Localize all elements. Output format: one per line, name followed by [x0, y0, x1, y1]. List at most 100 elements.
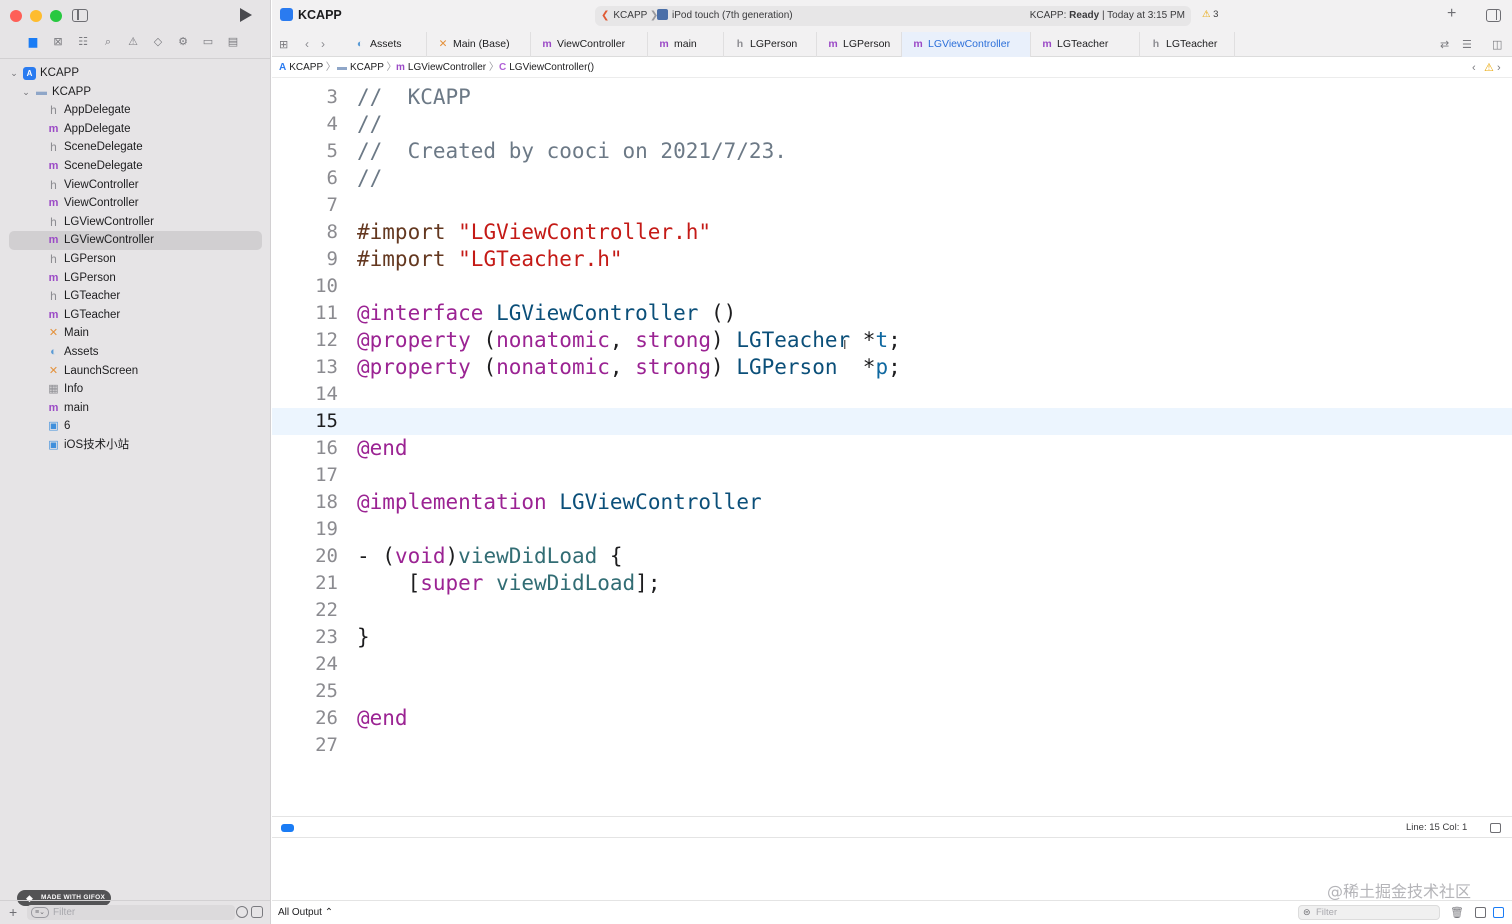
code-line[interactable]: 3 // KCAPP — [272, 84, 1512, 111]
navigator-item[interactable]: h LGPerson — [0, 250, 271, 269]
recent-files-icon[interactable] — [236, 906, 248, 918]
console-filter-field[interactable]: Filter — [1298, 905, 1440, 920]
go-back-icon[interactable]: ‹ — [305, 37, 309, 51]
navigator-item[interactable]: h LGViewController — [0, 213, 271, 232]
disclosure-chevron-icon[interactable]: ⌄ — [21, 83, 31, 102]
navigator-item[interactable]: ▦ Info — [0, 380, 271, 399]
scheme-selector[interactable]: ❮ KCAPP ❯ — [601, 6, 658, 26]
navigator-item[interactable]: ▣ iOS技术小站 — [0, 436, 271, 455]
code-line[interactable]: 12 @property (nonatomic, strong) LGTeache… — [272, 327, 1512, 354]
device-selector[interactable]: iPod touch (7th generation) — [657, 6, 793, 26]
navigator-item[interactable]: m LGViewController — [9, 231, 262, 250]
related-items-icon[interactable]: ⊞ — [279, 38, 288, 51]
editor-tab[interactable]: m main — [648, 32, 724, 57]
code-line[interactable]: 9 #import "LGTeacher.h" — [272, 246, 1512, 273]
disclosure-chevron-icon[interactable]: ⌄ — [9, 64, 19, 83]
minimize-window-button[interactable] — [30, 10, 42, 22]
navigator-item[interactable]: ◐ Assets — [0, 343, 271, 362]
symbol-navigator-icon[interactable]: ☷ — [76, 36, 90, 49]
breadcrumb-item[interactable]: C LGViewController() — [499, 58, 594, 78]
issue-navigator-icon[interactable]: ⚠ — [126, 36, 140, 49]
navigator-item[interactable]: h ViewController — [0, 176, 271, 195]
debug-area-indicator-icon[interactable] — [281, 824, 294, 832]
editor-tab[interactable]: h LGTeacher — [1140, 32, 1235, 57]
navigator-filter-field[interactable]: ≡⌄ Filter — [27, 905, 235, 920]
navigator-item[interactable]: h LGTeacher — [0, 287, 271, 306]
variables-view-icon[interactable] — [1475, 907, 1486, 918]
source-control-navigator-icon[interactable]: ⊠ — [51, 36, 65, 49]
navigator-item[interactable]: ⌄ ▬ KCAPP — [0, 83, 271, 102]
code-line[interactable]: 15 — [272, 408, 1512, 435]
code-line[interactable]: 16 @end — [272, 435, 1512, 462]
editor-tab[interactable]: m LGViewController — [902, 32, 1031, 57]
code-line[interactable]: 14 — [272, 381, 1512, 408]
source-control-icon[interactable]: ⇄ — [1440, 38, 1449, 51]
code-line[interactable]: 20 - (void)viewDidLoad { — [272, 543, 1512, 570]
code-line[interactable]: 5 // Created by cooci on 2021/7/23. — [272, 138, 1512, 165]
previous-issue-icon[interactable]: ‹ — [1472, 58, 1476, 78]
code-line[interactable]: 18 @implementation LGViewController — [272, 489, 1512, 516]
report-navigator-icon[interactable]: ▤ — [226, 36, 240, 49]
code-line[interactable]: 17 — [272, 462, 1512, 489]
source-editor[interactable]: 27 26 @end 25 24 23} 22 21 [super viewDidLoad];… — [272, 80, 1512, 816]
breakpoint-navigator-icon[interactable]: ▭ — [201, 36, 215, 49]
code-line[interactable]: 25 — [272, 678, 1512, 705]
sidebar-toggle-icon[interactable] — [72, 9, 88, 22]
editor-tab[interactable]: m LGPerson — [817, 32, 902, 57]
editor-tab[interactable]: m LGTeacher — [1031, 32, 1140, 57]
scm-filter-icon[interactable] — [251, 906, 263, 918]
code-line[interactable]: 21 [super viewDidLoad]; — [272, 570, 1512, 597]
code-line[interactable]: 22 — [272, 597, 1512, 624]
add-file-icon[interactable]: + — [9, 904, 17, 920]
run-button[interactable] — [240, 8, 252, 22]
next-issue-icon[interactable]: › — [1497, 58, 1501, 78]
navigator-item[interactable]: m LGTeacher — [0, 306, 271, 325]
editor-options-icon[interactable]: ☰ — [1462, 38, 1472, 51]
issue-warning-icon[interactable]: ⚠ — [1484, 58, 1494, 78]
code-line[interactable]: 6 // — [272, 165, 1512, 192]
navigator-item[interactable]: m LGPerson — [0, 269, 271, 288]
code-line[interactable]: 24 — [272, 651, 1512, 678]
editor-tab[interactable]: m ViewController — [531, 32, 648, 57]
test-navigator-icon[interactable]: ◇ — [151, 36, 165, 49]
navigator-item[interactable]: m AppDelegate — [0, 120, 271, 139]
editor-tab[interactable]: h LGPerson — [724, 32, 817, 57]
breadcrumb-item[interactable]: A KCAPP 〉 — [279, 58, 336, 78]
output-selector[interactable]: All Output ⌃ — [278, 901, 333, 924]
close-window-button[interactable] — [10, 10, 22, 22]
go-forward-icon[interactable]: › — [321, 37, 325, 51]
code-line[interactable]: 7 — [272, 192, 1512, 219]
editor-tab[interactable]: ✕ Main (Base) — [427, 32, 531, 57]
debug-navigator-icon[interactable]: ⚙ — [176, 36, 190, 49]
project-navigator-icon[interactable]: ▆ — [26, 36, 40, 49]
navigator-item[interactable]: ✕ Main — [0, 324, 271, 343]
navigator-item[interactable]: h AppDelegate — [0, 101, 271, 120]
code-line[interactable]: 10 — [272, 273, 1512, 300]
console-view-icon[interactable] — [1493, 907, 1504, 918]
filter-options-icon[interactable]: ≡⌄ — [31, 907, 49, 918]
code-line[interactable]: 26 @end — [272, 705, 1512, 732]
code-line[interactable]: 23} — [272, 624, 1512, 651]
inspector-toggle-icon[interactable] — [1486, 9, 1501, 22]
code-line[interactable]: 11 @interface LGViewController () — [272, 300, 1512, 327]
navigator-item[interactable]: m main — [0, 399, 271, 418]
library-add-icon[interactable]: + — [1447, 5, 1456, 23]
breadcrumb-item[interactable]: ▬ KCAPP 〉 — [337, 58, 397, 78]
navigator-item[interactable]: ✕ LaunchScreen — [0, 362, 271, 381]
find-navigator-icon[interactable]: ⌕ — [101, 36, 115, 49]
split-editor-icon[interactable]: ◫ — [1492, 38, 1502, 51]
code-line[interactable]: 4 // — [272, 111, 1512, 138]
editor-tab[interactable]: ◐ Assets — [344, 32, 427, 57]
code-line[interactable]: 13 @property (nonatomic, strong) LGPerson… — [272, 354, 1512, 381]
trash-icon[interactable]: 🗑 — [1450, 901, 1464, 919]
navigator-item[interactable]: h SceneDelegate — [0, 138, 271, 157]
zoom-window-button[interactable] — [50, 10, 62, 22]
warnings-indicator[interactable]: ⚠ 3 — [1202, 9, 1218, 20]
navigator-item[interactable]: ⌄ A KCAPP — [0, 64, 271, 83]
code-line[interactable]: 8 #import "LGViewController.h" — [272, 219, 1512, 246]
navigator-item[interactable]: m SceneDelegate — [0, 157, 271, 176]
breadcrumb-item[interactable]: m LGViewController 〉 — [396, 58, 499, 78]
navigator-item[interactable]: m ViewController — [0, 194, 271, 213]
navigator-item[interactable]: ▣ 6 — [0, 417, 271, 436]
hide-debug-area-icon[interactable] — [1490, 823, 1501, 833]
